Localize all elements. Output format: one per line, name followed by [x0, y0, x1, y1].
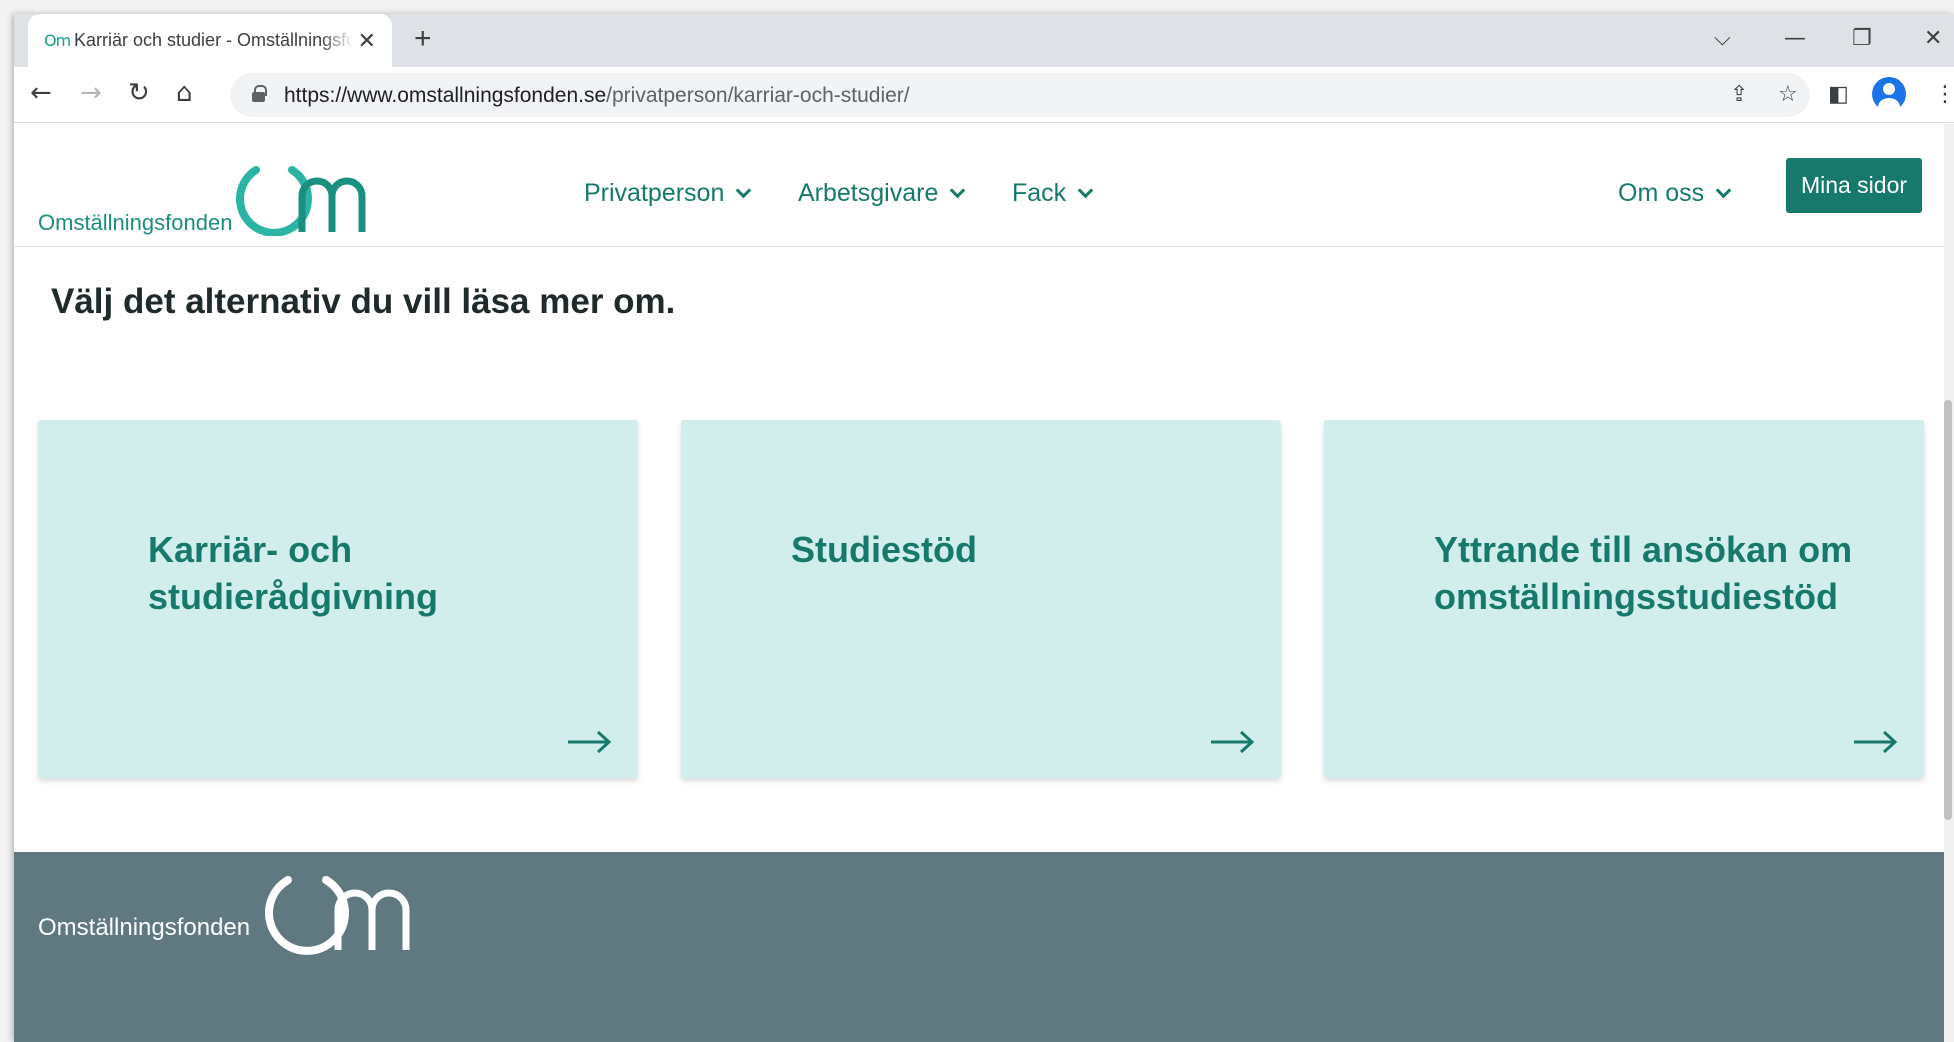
card-title: Yttrande till ansökan om omställningsstu… — [1434, 529, 1853, 617]
chevron-down-icon — [1077, 182, 1094, 199]
site-header: Omställningsfonden Privatperson Arbetsgi… — [14, 124, 1944, 247]
nav-label: Fack — [1012, 179, 1067, 207]
card-karriar-studieradgivning[interactable]: Karriär- och studierådgivning — [38, 420, 638, 778]
reload-icon[interactable]: ↻ — [128, 79, 150, 107]
card-title: Karriär- och studierådgivning — [148, 529, 439, 617]
restore-button[interactable]: ❐ — [1852, 26, 1872, 51]
om-logo-icon — [236, 166, 366, 236]
tab-strip: Om Karriär och studier - Omställningsfon… — [14, 14, 1954, 67]
chevron-down-icon — [950, 182, 966, 199]
close-window-button[interactable]: ✕ — [1924, 26, 1942, 51]
minimize-button[interactable]: — — [1784, 26, 1806, 51]
browser-toolbar: ← → ↻ ⌂ https://www.omstallningsfonden.s… — [14, 67, 1954, 123]
scrollbar-thumb[interactable] — [1944, 400, 1952, 820]
home-icon[interactable]: ⌂ — [176, 79, 193, 107]
side-panel-icon[interactable]: ◧ — [1828, 81, 1849, 109]
nav-fack[interactable]: Fack — [1012, 179, 1094, 208]
forward-icon[interactable]: → — [80, 79, 102, 107]
share-icon[interactable]: ⇪ — [1730, 82, 1748, 107]
bookmark-star-icon[interactable]: ☆ — [1778, 82, 1798, 107]
card-yttrande[interactable]: Yttrande till ansökan om omställningsstu… — [1324, 420, 1924, 778]
profile-avatar[interactable] — [1872, 77, 1906, 111]
arrow-right-icon — [568, 730, 612, 754]
om-logo-icon — [265, 876, 410, 955]
nav-arbetsgivare[interactable]: Arbetsgivare — [798, 179, 966, 208]
nav-privatperson[interactable]: Privatperson — [584, 179, 752, 208]
tab-search-icon[interactable]: ⌵ — [1714, 26, 1731, 51]
browser-window: Om Karriär och studier - Omställningsfon… — [14, 14, 1954, 1042]
address-bar[interactable]: https://www.omstallningsfonden.se/privat… — [230, 73, 1810, 117]
tab-title: Karriär och studier - Omställningsfonden — [74, 30, 354, 50]
chevron-down-icon — [736, 182, 752, 199]
footer-logo-text: Omställningsfonden — [38, 914, 251, 941]
nav-om-oss[interactable]: Om oss — [1618, 179, 1732, 208]
tab-close-icon[interactable]: ✕ — [358, 28, 376, 54]
site-footer: Omställningsfonden — [14, 852, 1944, 1042]
nav-label: Privatperson — [584, 179, 725, 207]
menu-icon[interactable]: ⋮ — [1934, 81, 1954, 109]
logo-text: Omställningsfonden — [38, 210, 233, 235]
card-title: Studiestöd — [791, 529, 977, 570]
nav-label: Om oss — [1618, 179, 1705, 207]
mina-sidor-button[interactable]: Mina sidor — [1786, 158, 1922, 213]
chevron-down-icon — [1715, 182, 1732, 199]
page-scrollbar[interactable] — [1944, 124, 1954, 1042]
arrow-right-icon — [1211, 730, 1255, 754]
url-text[interactable]: https://www.omstallningsfonden.se/privat… — [284, 84, 910, 108]
lock-icon[interactable] — [252, 85, 267, 102]
browser-tab[interactable]: Om Karriär och studier - Omställningsfon… — [28, 14, 392, 67]
card-studiestod[interactable]: Studiestöd — [681, 420, 1281, 778]
arrow-right-icon — [1854, 730, 1898, 754]
favicon-icon: Om — [44, 31, 71, 50]
page-heading: Välj det alternativ du vill läsa mer om. — [51, 282, 676, 321]
new-tab-button[interactable]: + — [414, 24, 432, 54]
nav-label: Arbetsgivare — [798, 179, 939, 207]
back-icon[interactable]: ← — [30, 79, 52, 107]
